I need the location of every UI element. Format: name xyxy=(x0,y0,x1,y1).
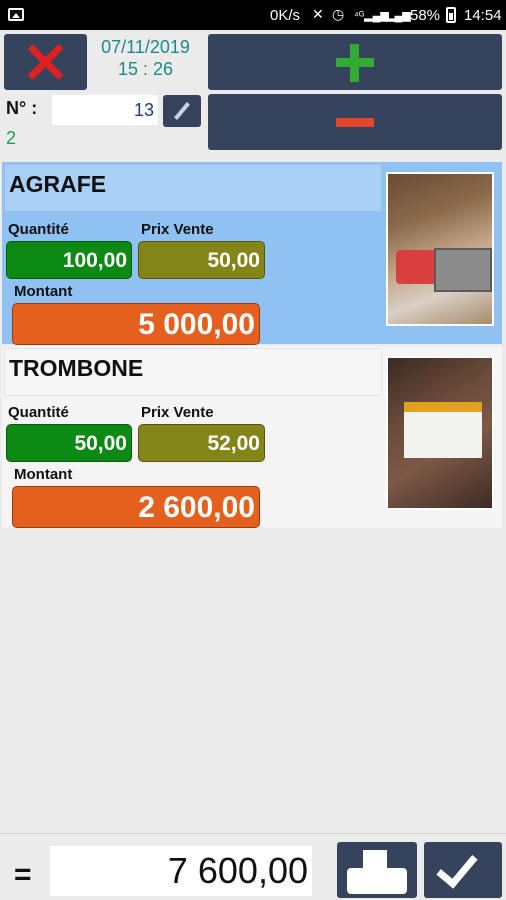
equals-sign: = xyxy=(14,858,32,891)
printer-body xyxy=(347,868,407,894)
signal-2-icon: ▂▄▆ xyxy=(386,10,411,22)
product-photo[interactable] xyxy=(386,356,494,510)
printer-icon xyxy=(347,848,407,894)
price-label: Prix Vente xyxy=(141,221,214,238)
amount-field: 2 600,00 xyxy=(12,486,260,528)
price-field[interactable]: 52,00 xyxy=(138,424,265,462)
product-photo-box xyxy=(434,248,492,292)
battery-percent: 58% xyxy=(410,7,441,24)
item-name: AGRAFE xyxy=(4,164,382,212)
date: 07/11/2019 xyxy=(101,37,190,57)
product-photo[interactable] xyxy=(386,172,494,326)
amount-field: 5 000,00 xyxy=(12,303,260,345)
product-photo-detail xyxy=(396,250,436,284)
price-field[interactable]: 50,00 xyxy=(138,241,265,279)
gallery-icon xyxy=(8,8,24,21)
status-bar: 0K/s ✕ ◷ ⁴ᴳ▂▄▆ ▂▄▆ 58% 14:54 xyxy=(0,0,506,30)
footer-bar: = 7 600,00 xyxy=(0,833,506,900)
pencil-icon xyxy=(174,102,190,120)
signal-icon: ⁴ᴳ▂▄▆ xyxy=(354,10,389,22)
network-speed: 0K/s xyxy=(270,7,301,24)
quantity-field[interactable]: 50,00 xyxy=(6,424,132,462)
total-field: 7 600,00 xyxy=(50,846,312,896)
mute-icon: ✕ xyxy=(312,6,324,22)
product-photo-card xyxy=(404,402,482,458)
item-count: 2 xyxy=(6,128,17,148)
close-icon xyxy=(24,44,66,80)
alarm-icon: ◷ xyxy=(332,6,345,22)
battery-icon xyxy=(446,7,456,23)
status-time: 14:54 xyxy=(464,7,502,24)
list-item[interactable]: AGRAFE Quantité Prix Vente 100,00 50,00 … xyxy=(2,162,502,345)
amount-label: Montant xyxy=(14,466,73,483)
list-item[interactable]: TROMBONE Quantité Prix Vente 50,00 52,00… xyxy=(2,346,502,528)
checkmark-icon xyxy=(436,845,478,889)
quantity-label: Quantité xyxy=(8,221,69,238)
number-label: N° : xyxy=(6,98,38,118)
quantity-label: Quantité xyxy=(8,404,69,421)
minus-icon xyxy=(336,118,374,127)
item-name: TROMBONE xyxy=(4,348,382,396)
edit-number-button[interactable] xyxy=(163,95,201,127)
plus-icon xyxy=(336,44,374,82)
quantity-field[interactable]: 100,00 xyxy=(6,241,132,279)
date-time: 07/11/2019 15 : 26 xyxy=(88,36,203,80)
time: 15 : 26 xyxy=(117,59,174,79)
number-field[interactable]: 13 xyxy=(52,95,158,125)
confirm-button[interactable] xyxy=(424,842,502,898)
print-button[interactable] xyxy=(337,842,417,898)
close-button[interactable] xyxy=(4,34,87,90)
price-label: Prix Vente xyxy=(141,404,214,421)
add-button[interactable] xyxy=(208,34,502,90)
amount-label: Montant xyxy=(14,283,73,300)
remove-button[interactable] xyxy=(208,94,502,150)
